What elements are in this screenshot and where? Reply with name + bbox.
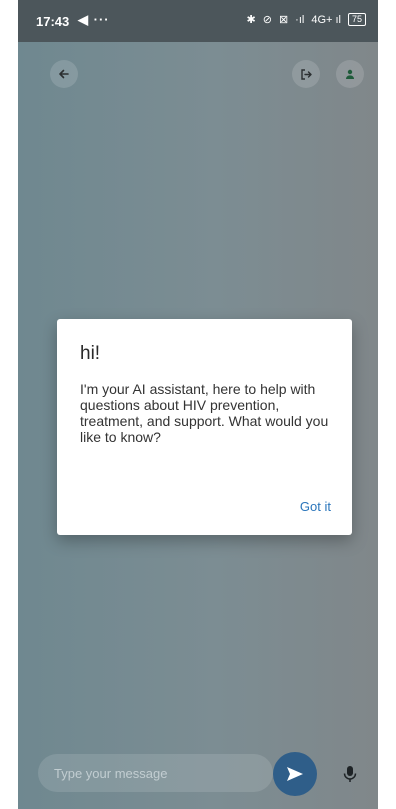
send-button[interactable] bbox=[273, 752, 317, 796]
welcome-dialog: hi! I'm your AI assistant, here to help … bbox=[57, 319, 352, 535]
signal-icon: ·ıl bbox=[295, 13, 305, 26]
phone-screen: 17:43 ◀ ··· ✱ ⊘ ⊠ ·ıl 4G+ ıl 75 hi! I'm … bbox=[18, 0, 378, 809]
bluetooth-icon: ✱ bbox=[246, 14, 256, 26]
network-4g-icon: 4G+ ıl bbox=[311, 13, 341, 26]
microphone-icon bbox=[343, 766, 357, 782]
send-icon bbox=[287, 767, 303, 781]
logout-icon bbox=[300, 68, 312, 80]
link-icon: ⊘ bbox=[262, 14, 272, 26]
dialog-message: I'm your AI assistant, here to help with… bbox=[80, 381, 329, 445]
arrow-left-icon bbox=[59, 69, 69, 79]
profile-button[interactable] bbox=[336, 60, 364, 88]
logout-button[interactable] bbox=[292, 60, 320, 88]
dialog-title: hi! bbox=[80, 343, 101, 364]
status-icons: ✱ ⊘ ⊠ ·ıl 4G+ ıl 75 bbox=[246, 13, 366, 26]
person-icon bbox=[346, 69, 354, 79]
battery-icon: 75 bbox=[347, 13, 366, 26]
message-input-container bbox=[38, 754, 273, 792]
microphone-button[interactable] bbox=[336, 760, 364, 788]
got-it-button[interactable]: Got it bbox=[300, 499, 331, 514]
status-time: 17:43 bbox=[36, 14, 70, 29]
back-button[interactable] bbox=[50, 60, 78, 88]
status-extra: ◀ ··· bbox=[78, 12, 110, 27]
status-bar: 17:43 ◀ ··· ✱ ⊘ ⊠ ·ıl 4G+ ıl 75 bbox=[18, 0, 378, 42]
message-input[interactable] bbox=[38, 754, 273, 792]
silent-icon: ⊠ bbox=[278, 14, 289, 26]
